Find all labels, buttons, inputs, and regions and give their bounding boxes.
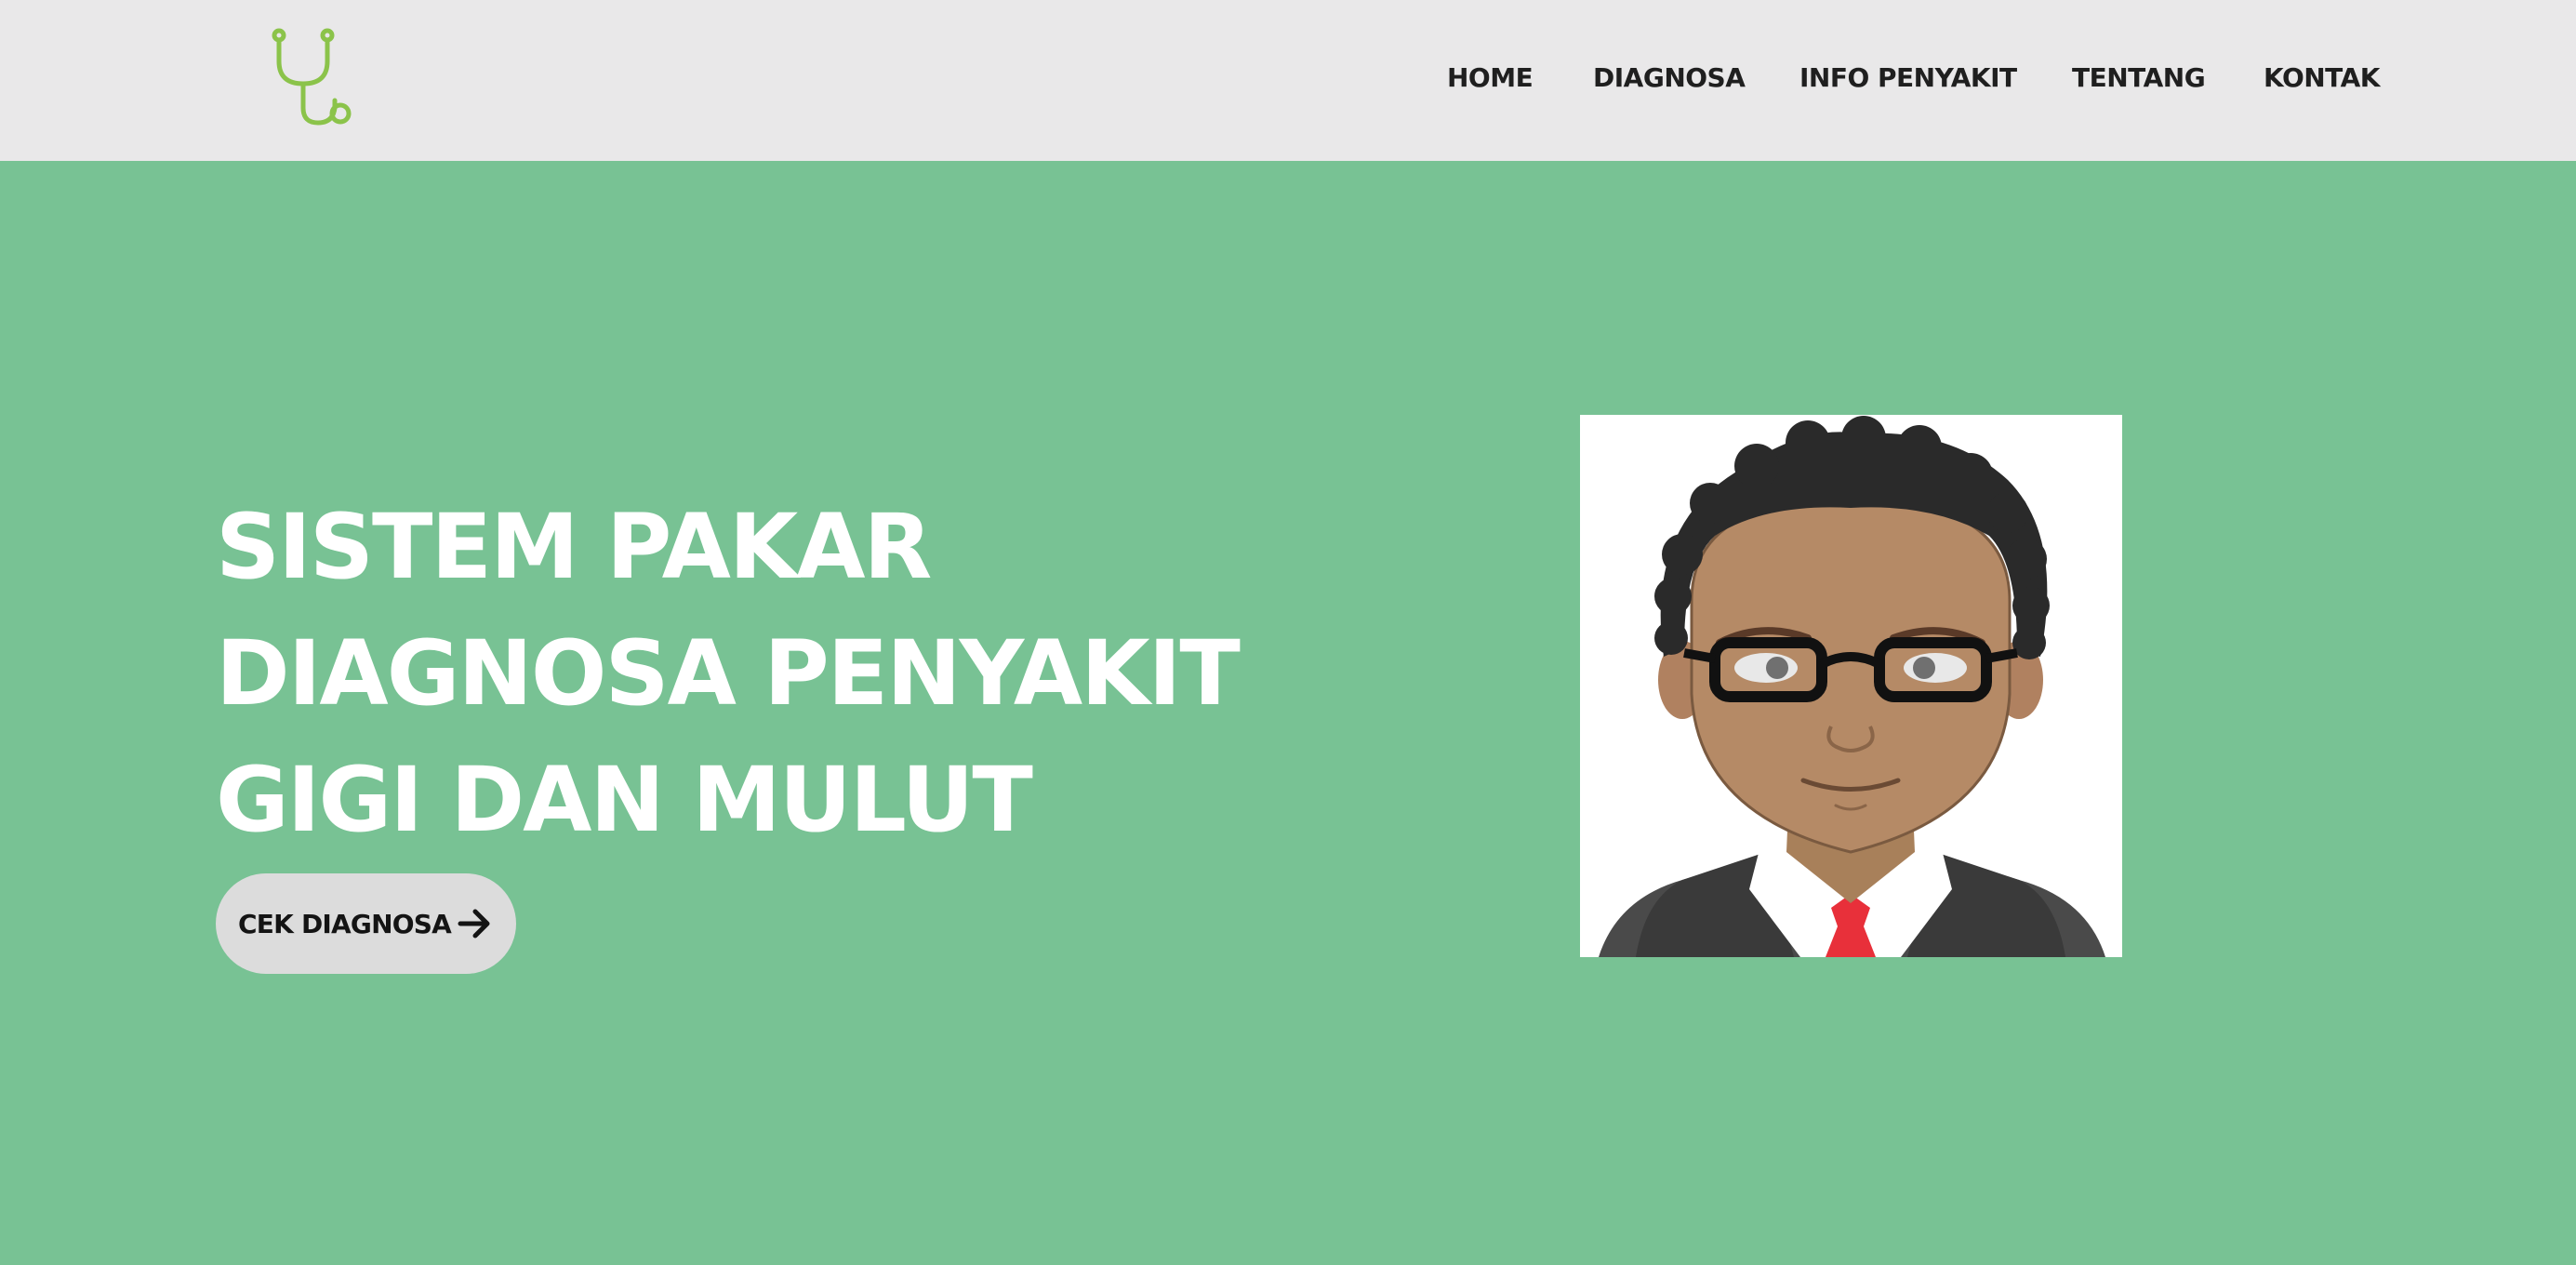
nav-item-home[interactable]: HOME	[1447, 58, 1534, 99]
navbar: HOME DIAGNOSA INFO PENYAKIT TENTANG KONT…	[0, 0, 2576, 161]
cek-diagnosa-button[interactable]: CEK DIAGNOSA	[216, 873, 516, 974]
page: HOME DIAGNOSA INFO PENYAKIT TENTANG KONT…	[0, 0, 2576, 1265]
cek-diagnosa-label: CEK DIAGNOSA	[238, 908, 452, 939]
hero-title-line: GIGI DAN MULUT	[216, 748, 1033, 852]
doctor-avatar-illustration	[1599, 416, 2105, 957]
nav-item-info-penyakit[interactable]: INFO PENYAKIT	[1799, 58, 2017, 99]
nav-item-kontak[interactable]: KONTAK	[2264, 58, 2380, 99]
hero-title: SISTEM PAKAR DIAGNOSA PENYAKIT GIGI DAN …	[216, 484, 1332, 863]
arrow-right-icon	[458, 909, 490, 939]
nav-item-diagnosa[interactable]: DIAGNOSA	[1593, 58, 1746, 99]
hero-title-line: DIAGNOSA PENYAKIT	[216, 621, 1241, 726]
main-nav: HOME DIAGNOSA INFO PENYAKIT TENTANG KONT…	[0, 0, 2576, 161]
doctor-avatar-image	[1580, 415, 2122, 957]
hero-title-line: SISTEM PAKAR	[216, 495, 932, 599]
nav-item-tentang[interactable]: TENTANG	[2072, 58, 2206, 99]
